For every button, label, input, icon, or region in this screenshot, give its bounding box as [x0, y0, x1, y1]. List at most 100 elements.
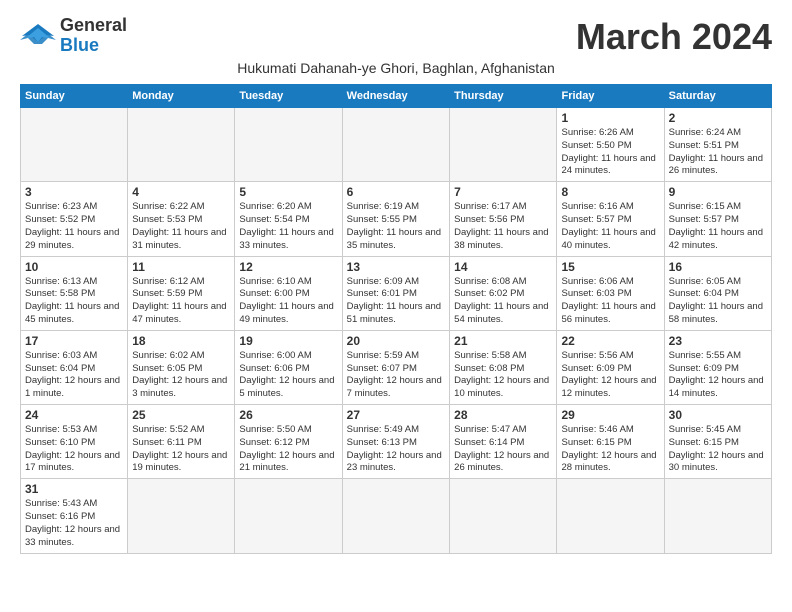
month-title: March 2024	[576, 16, 772, 58]
day-info: Sunrise: 5:52 AM Sunset: 6:11 PM Dayligh…	[132, 424, 230, 475]
day-number: 23	[669, 334, 767, 348]
day-info: Sunrise: 5:45 AM Sunset: 6:15 PM Dayligh…	[669, 424, 767, 475]
calendar-cell	[235, 479, 342, 553]
calendar-cell: 22Sunrise: 5:56 AM Sunset: 6:09 PM Dayli…	[557, 330, 664, 404]
col-header-thursday: Thursday	[450, 85, 557, 108]
day-info: Sunrise: 5:55 AM Sunset: 6:09 PM Dayligh…	[669, 350, 767, 401]
calendar-cell: 20 Sunrise: 5:59 AM Sunset: 6:07 PM Dayli…	[342, 330, 449, 404]
calendar-cell: 14Sunrise: 6:08 AM Sunset: 6:02 PM Dayli…	[450, 256, 557, 330]
day-number: 1	[561, 111, 659, 125]
day-number: 31	[25, 482, 123, 496]
calendar-cell: 13Sunrise: 6:09 AM Sunset: 6:01 PM Dayli…	[342, 256, 449, 330]
calendar-cell: 4 Sunrise: 6:22 AM Sunset: 5:53 PM Daylig…	[128, 182, 235, 256]
logo-text: GeneralBlue	[60, 16, 127, 56]
calendar-cell	[342, 479, 449, 553]
calendar-cell: 24 Sunrise: 5:53 AM Sunset: 6:10 PM Dayli…	[21, 405, 128, 479]
day-info: Sunrise: 6:16 AM Sunset: 5:57 PM Dayligh…	[561, 201, 659, 252]
day-info: Sunrise: 6:26 AM Sunset: 5:50 PM Dayligh…	[561, 127, 659, 178]
calendar-cell	[235, 108, 342, 182]
day-number: 21	[454, 334, 552, 348]
day-number: 15	[561, 260, 659, 274]
calendar-cell: 29 Sunrise: 5:46 AM Sunset: 6:15 PM Dayli…	[557, 405, 664, 479]
day-number: 30	[669, 408, 767, 422]
col-header-sunday: Sunday	[21, 85, 128, 108]
calendar-cell: 6Sunrise: 6:19 AM Sunset: 5:55 PM Daylig…	[342, 182, 449, 256]
day-info: Sunrise: 5:49 AM Sunset: 6:13 PM Dayligh…	[347, 424, 445, 475]
day-info: Sunrise: 6:03 AM Sunset: 6:04 PM Dayligh…	[25, 350, 123, 401]
day-info: Sunrise: 6:15 AM Sunset: 5:57 PM Dayligh…	[669, 201, 767, 252]
day-info: Sunrise: 5:59 AM Sunset: 6:07 PM Dayligh…	[347, 350, 445, 401]
day-info: Sunrise: 6:24 AM Sunset: 5:51 PM Dayligh…	[669, 127, 767, 178]
calendar-cell: 28 Sunrise: 5:47 AM Sunset: 6:14 PM Dayli…	[450, 405, 557, 479]
calendar-cell	[342, 108, 449, 182]
day-info: Sunrise: 5:58 AM Sunset: 6:08 PM Dayligh…	[454, 350, 552, 401]
day-number: 3	[25, 185, 123, 199]
day-number: 28	[454, 408, 552, 422]
calendar-cell: 27 Sunrise: 5:49 AM Sunset: 6:13 PM Dayli…	[342, 405, 449, 479]
col-header-wednesday: Wednesday	[342, 85, 449, 108]
calendar-cell: 12Sunrise: 6:10 AM Sunset: 6:00 PM Dayli…	[235, 256, 342, 330]
col-header-saturday: Saturday	[664, 85, 771, 108]
day-number: 2	[669, 111, 767, 125]
day-info: Sunrise: 6:06 AM Sunset: 6:03 PM Dayligh…	[561, 276, 659, 327]
day-info: Sunrise: 5:56 AM Sunset: 6:09 PM Dayligh…	[561, 350, 659, 401]
calendar-cell: 26 Sunrise: 5:50 AM Sunset: 6:12 PM Dayli…	[235, 405, 342, 479]
calendar-cell: 25 Sunrise: 5:52 AM Sunset: 6:11 PM Dayli…	[128, 405, 235, 479]
day-info: Sunrise: 5:50 AM Sunset: 6:12 PM Dayligh…	[239, 424, 337, 475]
calendar-cell: 23 Sunrise: 5:55 AM Sunset: 6:09 PM Dayli…	[664, 330, 771, 404]
day-number: 29	[561, 408, 659, 422]
calendar-cell	[664, 479, 771, 553]
day-number: 8	[561, 185, 659, 199]
day-info: Sunrise: 6:22 AM Sunset: 5:53 PM Dayligh…	[132, 201, 230, 252]
calendar-cell	[450, 108, 557, 182]
day-number: 7	[454, 185, 552, 199]
calendar-cell: 21 Sunrise: 5:58 AM Sunset: 6:08 PM Dayli…	[450, 330, 557, 404]
day-number: 27	[347, 408, 445, 422]
day-info: Sunrise: 6:23 AM Sunset: 5:52 PM Dayligh…	[25, 201, 123, 252]
calendar-cell: 9 Sunrise: 6:15 AM Sunset: 5:57 PM Daylig…	[664, 182, 771, 256]
day-info: Sunrise: 6:20 AM Sunset: 5:54 PM Dayligh…	[239, 201, 337, 252]
day-info: Sunrise: 6:05 AM Sunset: 6:04 PM Dayligh…	[669, 276, 767, 327]
calendar-cell	[128, 108, 235, 182]
calendar-header-row: SundayMondayTuesdayWednesdayThursdayFrid…	[21, 85, 772, 108]
day-number: 16	[669, 260, 767, 274]
calendar-cell	[557, 479, 664, 553]
logo: GeneralBlue	[20, 16, 127, 56]
calendar-cell: 8 Sunrise: 6:16 AM Sunset: 5:57 PM Daylig…	[557, 182, 664, 256]
day-info: Sunrise: 6:19 AM Sunset: 5:55 PM Dayligh…	[347, 201, 445, 252]
day-number: 9	[669, 185, 767, 199]
day-number: 24	[25, 408, 123, 422]
calendar-cell: 1 Sunrise: 6:26 AM Sunset: 5:50 PM Daylig…	[557, 108, 664, 182]
day-info: Sunrise: 6:12 AM Sunset: 5:59 PM Dayligh…	[132, 276, 230, 327]
col-header-tuesday: Tuesday	[235, 85, 342, 108]
logo-icon	[20, 22, 56, 50]
day-info: Sunrise: 5:46 AM Sunset: 6:15 PM Dayligh…	[561, 424, 659, 475]
day-info: Sunrise: 6:17 AM Sunset: 5:56 PM Dayligh…	[454, 201, 552, 252]
calendar-cell: 17Sunrise: 6:03 AM Sunset: 6:04 PM Dayli…	[21, 330, 128, 404]
day-info: Sunrise: 6:00 AM Sunset: 6:06 PM Dayligh…	[239, 350, 337, 401]
day-info: Sunrise: 6:10 AM Sunset: 6:00 PM Dayligh…	[239, 276, 337, 327]
day-info: Sunrise: 5:43 AM Sunset: 6:16 PM Dayligh…	[25, 498, 123, 549]
day-number: 10	[25, 260, 123, 274]
calendar-cell	[128, 479, 235, 553]
day-number: 25	[132, 408, 230, 422]
calendar-cell	[450, 479, 557, 553]
day-number: 5	[239, 185, 337, 199]
col-header-monday: Monday	[128, 85, 235, 108]
day-info: Sunrise: 5:47 AM Sunset: 6:14 PM Dayligh…	[454, 424, 552, 475]
day-info: Sunrise: 6:09 AM Sunset: 6:01 PM Dayligh…	[347, 276, 445, 327]
calendar-cell: 2 Sunrise: 6:24 AM Sunset: 5:51 PM Daylig…	[664, 108, 771, 182]
calendar-cell: 18Sunrise: 6:02 AM Sunset: 6:05 PM Dayli…	[128, 330, 235, 404]
day-number: 19	[239, 334, 337, 348]
day-info: Sunrise: 5:53 AM Sunset: 6:10 PM Dayligh…	[25, 424, 123, 475]
calendar-cell: 5 Sunrise: 6:20 AM Sunset: 5:54 PM Daylig…	[235, 182, 342, 256]
day-number: 11	[132, 260, 230, 274]
calendar-cell: 10Sunrise: 6:13 AM Sunset: 5:58 PM Dayli…	[21, 256, 128, 330]
day-number: 20	[347, 334, 445, 348]
day-number: 26	[239, 408, 337, 422]
day-number: 18	[132, 334, 230, 348]
calendar-cell: 19 Sunrise: 6:00 AM Sunset: 6:06 PM Dayli…	[235, 330, 342, 404]
calendar: SundayMondayTuesdayWednesdayThursdayFrid…	[20, 84, 772, 554]
col-header-friday: Friday	[557, 85, 664, 108]
day-number: 4	[132, 185, 230, 199]
